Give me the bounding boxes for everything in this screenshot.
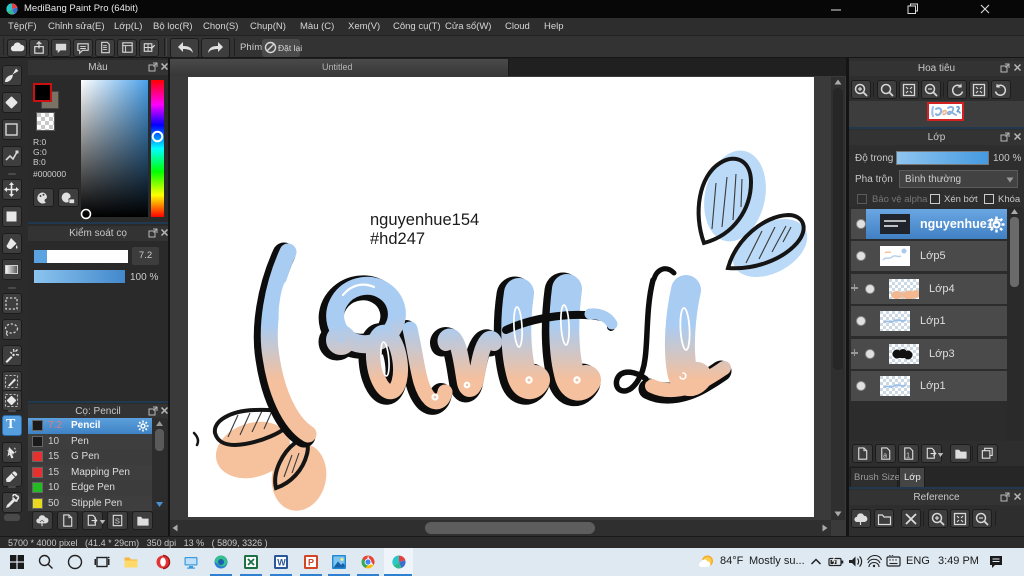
svg-text:P: P [308, 558, 314, 568]
svg-text:a: a [883, 452, 887, 459]
svg-text:#hd247: #hd247 [370, 230, 425, 248]
svg-text:S: S [115, 516, 120, 525]
svg-text:W: W [277, 558, 286, 568]
svg-text:1: 1 [906, 452, 910, 459]
svg-text:nguyenhue154: nguyenhue154 [370, 211, 479, 229]
